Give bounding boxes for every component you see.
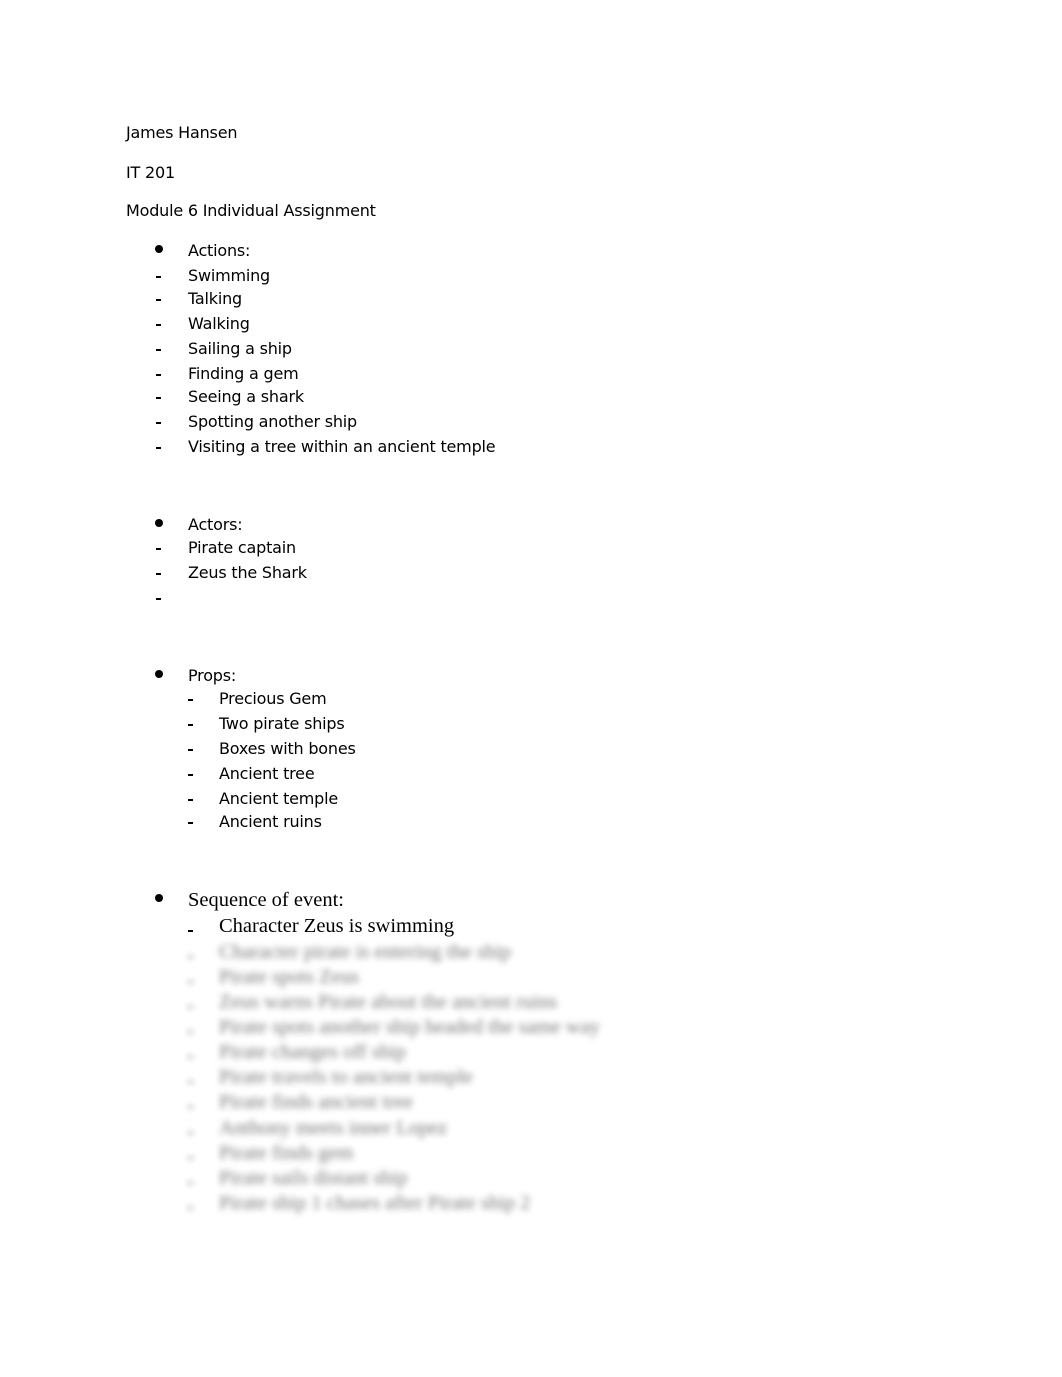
list-item: Pirate sails distant ship: [219, 1167, 408, 1189]
list-item: Ancient temple: [219, 789, 339, 808]
list-item: Zeus warns Pirate about the ancient ruin…: [219, 991, 558, 1013]
list-item: Swimming: [188, 266, 271, 285]
dash-icon: [188, 1106, 193, 1108]
list-item: Ancient ruins: [219, 812, 322, 831]
list-item: Pirate ship 1 chases after Pirate ship 2: [219, 1192, 531, 1214]
sequence-heading: Sequence of event:: [188, 889, 344, 911]
actions-heading: Actions:: [188, 241, 251, 260]
dash-icon: [188, 981, 193, 983]
list-item: Pirate travels to ancient temple: [219, 1066, 473, 1088]
dash-icon: [188, 930, 193, 932]
list-item: Pirate spots Zeus: [219, 966, 360, 988]
list-item: Spotting another ship: [188, 412, 358, 431]
dash-icon: [188, 724, 193, 726]
dash-icon: [156, 374, 161, 376]
dash-icon: [188, 1006, 193, 1008]
list-item: Boxes with bones: [219, 739, 356, 758]
list-item: Pirate finds gem: [219, 1142, 354, 1164]
dash-icon: [188, 774, 193, 776]
bullet-icon: [155, 245, 163, 253]
dash-icon: [156, 447, 161, 449]
dash-icon: [188, 822, 193, 824]
dash-icon: [156, 422, 161, 424]
dash-icon: [188, 1207, 193, 1209]
dash-icon: [156, 299, 161, 301]
document-page: James Hansen IT 201 Module 6 Individual …: [0, 0, 1062, 1377]
list-item: Two pirate ships: [219, 714, 345, 733]
dash-icon: [156, 397, 161, 399]
dash-icon: [188, 699, 193, 701]
bullet-icon: [155, 894, 163, 902]
actors-heading: Actors:: [188, 515, 243, 534]
list-item: Finding a gem: [188, 364, 299, 383]
bullet-icon: [155, 519, 163, 527]
list-item: Walking: [188, 314, 250, 333]
list-item: Anthony meets inner Lopez: [219, 1117, 448, 1139]
list-item: Visiting a tree within an ancient temple: [188, 437, 496, 456]
dash-icon: [156, 324, 161, 326]
list-item: Pirate finds ancient tree: [219, 1091, 414, 1113]
bullet-icon: [155, 670, 163, 678]
list-item: Precious Gem: [219, 689, 327, 708]
dash-icon: [156, 573, 161, 575]
list-item: Ancient tree: [219, 764, 315, 783]
assignment-title: Module 6 Individual Assignment: [126, 201, 376, 220]
course-code: IT 201: [126, 163, 175, 182]
dash-icon: [188, 1081, 193, 1083]
dash-icon: [188, 1056, 193, 1058]
list-item: Talking: [188, 289, 242, 308]
dash-icon: [188, 1132, 193, 1134]
list-item: Sailing a ship: [188, 339, 292, 358]
dash-icon: [188, 799, 193, 801]
list-item: Character pirate is entering the ship: [219, 941, 512, 963]
list-item: Character Zeus is swimming: [219, 915, 455, 937]
dash-icon: [156, 276, 161, 278]
author-name: James Hansen: [126, 123, 238, 142]
list-item: Pirate spots another ship headed the sam…: [219, 1016, 600, 1038]
list-item: Pirate captain: [188, 538, 296, 557]
props-heading: Props:: [188, 666, 237, 685]
list-item: Pirate changes off ship: [219, 1041, 406, 1063]
dash-icon: [188, 956, 193, 958]
dash-icon: [188, 1157, 193, 1159]
dash-icon: [156, 548, 161, 550]
dash-icon: [188, 1031, 193, 1033]
list-item: Seeing a shark: [188, 387, 304, 406]
dash-icon: [156, 598, 161, 600]
dash-icon: [188, 749, 193, 751]
dash-icon: [156, 349, 161, 351]
list-item: Zeus the Shark: [188, 563, 307, 582]
dash-icon: [188, 1182, 193, 1184]
